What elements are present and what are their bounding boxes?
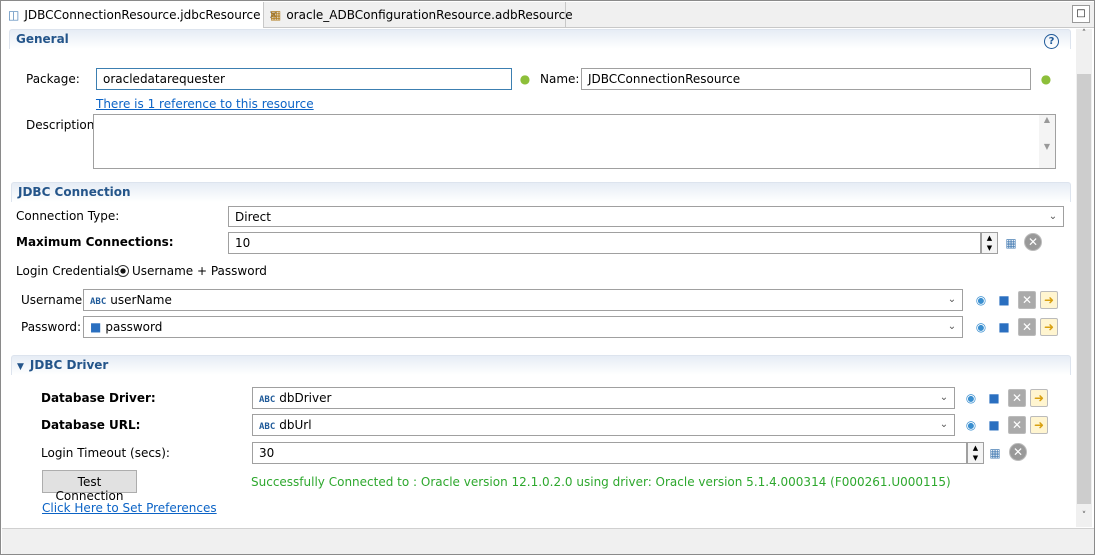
database-url-combo[interactable]: ABC dbUrl ⌄: [252, 414, 955, 436]
status-bar: [2, 528, 1094, 554]
scroll-down-arrow[interactable]: ˅: [1076, 511, 1092, 527]
connection-type-select[interactable]: Direct ⌄: [228, 206, 1064, 227]
credentials-radio[interactable]: [117, 265, 129, 277]
jdbc-driver-header[interactable]: ▼ JDBC Driver: [11, 355, 1071, 375]
assign-icon[interactable]: ➜: [1040, 318, 1058, 336]
tab-jdbc-resource[interactable]: ◫ JDBCConnectionResource.jdbcResource ✕: [2, 2, 279, 28]
connection-status: Successfully Connected to : Oracle versi…: [251, 475, 951, 489]
module-property-icon[interactable]: ■: [995, 318, 1013, 336]
name-label: Name:: [540, 72, 580, 86]
lightbulb-icon: ●: [519, 72, 531, 86]
package-input[interactable]: oracledatarequester: [96, 68, 512, 90]
maximize-button[interactable]: □: [1072, 5, 1090, 23]
login-credentials-label: Login Credentials:: [16, 264, 125, 278]
login-timeout-label: Login Timeout (secs):: [41, 446, 170, 460]
chevron-down-icon: ⌄: [939, 419, 949, 430]
database-driver-label: Database Driver:: [41, 391, 156, 405]
connection-type-value: Direct: [235, 210, 271, 224]
description-label: Description:: [26, 118, 99, 132]
assign-icon[interactable]: ➜: [1030, 389, 1048, 407]
general-section-header: General: [9, 29, 1071, 49]
name-input[interactable]: JDBCConnectionResource: [581, 68, 1031, 90]
module-property-icon[interactable]: ■: [985, 416, 1003, 434]
global-variable-icon[interactable]: ◉: [962, 389, 980, 407]
table-icon[interactable]: ▦: [1002, 234, 1020, 252]
table-icon[interactable]: ▦: [986, 444, 1004, 462]
database-driver-combo[interactable]: ABC dbDriver ⌄: [252, 387, 955, 409]
password-value: password: [105, 320, 163, 334]
chevron-down-icon: ⌄: [1048, 211, 1058, 222]
chevron-down-icon: ⌄: [939, 392, 949, 403]
username-combo[interactable]: ABC userName ⌄: [83, 289, 963, 311]
module-property-icon: ■: [90, 320, 102, 334]
help-icon[interactable]: ?: [1044, 34, 1059, 49]
database-icon: ◫: [8, 8, 20, 22]
description-textarea[interactable]: [93, 114, 1056, 169]
tab-bar: ◫ JDBCConnectionResource.jdbcResource ✕ …: [2, 2, 1094, 28]
password-combo[interactable]: ■ password ⌄: [83, 316, 963, 338]
module-property-icon[interactable]: ■: [995, 291, 1013, 309]
lightbulb-icon: ●: [1040, 72, 1052, 86]
abc-icon: ABC: [259, 395, 276, 405]
clear-icon[interactable]: ✕: [1018, 291, 1036, 309]
vertical-scrollbar[interactable]: ˄ ˅: [1076, 29, 1092, 527]
username-label: Username:: [21, 293, 87, 307]
description-scrollbar[interactable]: ▲ ▼: [1039, 115, 1055, 168]
url-value: dbUrl: [279, 418, 312, 432]
abc-icon: ABC: [90, 297, 107, 307]
global-variable-icon[interactable]: ◉: [962, 416, 980, 434]
tab-adb-resource[interactable]: ▦ oracle_ADBConfigurationResource.adbRes…: [264, 2, 573, 28]
database-url-label: Database URL:: [41, 418, 141, 432]
scroll-up-arrow[interactable]: ˄: [1076, 29, 1092, 45]
preferences-link[interactable]: Click Here to Set Preferences: [42, 501, 217, 515]
reference-link[interactable]: There is 1 reference to this resource: [96, 97, 314, 111]
module-property-icon[interactable]: ■: [985, 389, 1003, 407]
scroll-thumb[interactable]: [1077, 74, 1091, 504]
connection-type-label: Connection Type:: [16, 209, 120, 223]
global-variable-icon[interactable]: ◉: [972, 291, 990, 309]
collapse-icon[interactable]: ▼: [17, 362, 24, 372]
clear-icon[interactable]: ✕: [1018, 318, 1036, 336]
clear-icon[interactable]: ✕: [1009, 443, 1027, 461]
global-variable-icon[interactable]: ◉: [972, 318, 990, 336]
clear-icon[interactable]: ✕: [1008, 416, 1026, 434]
credentials-option-label: Username + Password: [132, 264, 267, 278]
package-label: Package:: [26, 72, 80, 86]
max-connections-label: Maximum Connections:: [16, 235, 174, 249]
max-connections-spinner[interactable]: ▲ ▼: [981, 232, 998, 254]
login-timeout-input[interactable]: 30: [252, 442, 967, 464]
abc-icon: ABC: [259, 422, 276, 432]
login-timeout-spinner[interactable]: ▲ ▼: [967, 442, 984, 464]
chevron-down-icon: ⌄: [947, 294, 957, 305]
assign-icon[interactable]: ➜: [1040, 291, 1058, 309]
clear-icon[interactable]: ✕: [1024, 233, 1042, 251]
editor-window: ◫ JDBCConnectionResource.jdbcResource ✕ …: [0, 0, 1095, 555]
password-label: Password:: [21, 320, 82, 334]
jdbc-connection-header: JDBC Connection: [11, 182, 1071, 202]
test-connection-button[interactable]: Test Connection: [42, 470, 137, 503]
clear-icon[interactable]: ✕: [1008, 389, 1026, 407]
jdbc-driver-title: JDBC Driver: [29, 358, 109, 372]
username-value: userName: [110, 293, 172, 307]
driver-value: dbDriver: [279, 391, 332, 405]
assign-icon[interactable]: ➜: [1030, 416, 1048, 434]
resource-icon: ▦: [270, 8, 282, 22]
chevron-down-icon: ⌄: [947, 321, 957, 332]
max-connections-input[interactable]: 10: [228, 232, 981, 254]
